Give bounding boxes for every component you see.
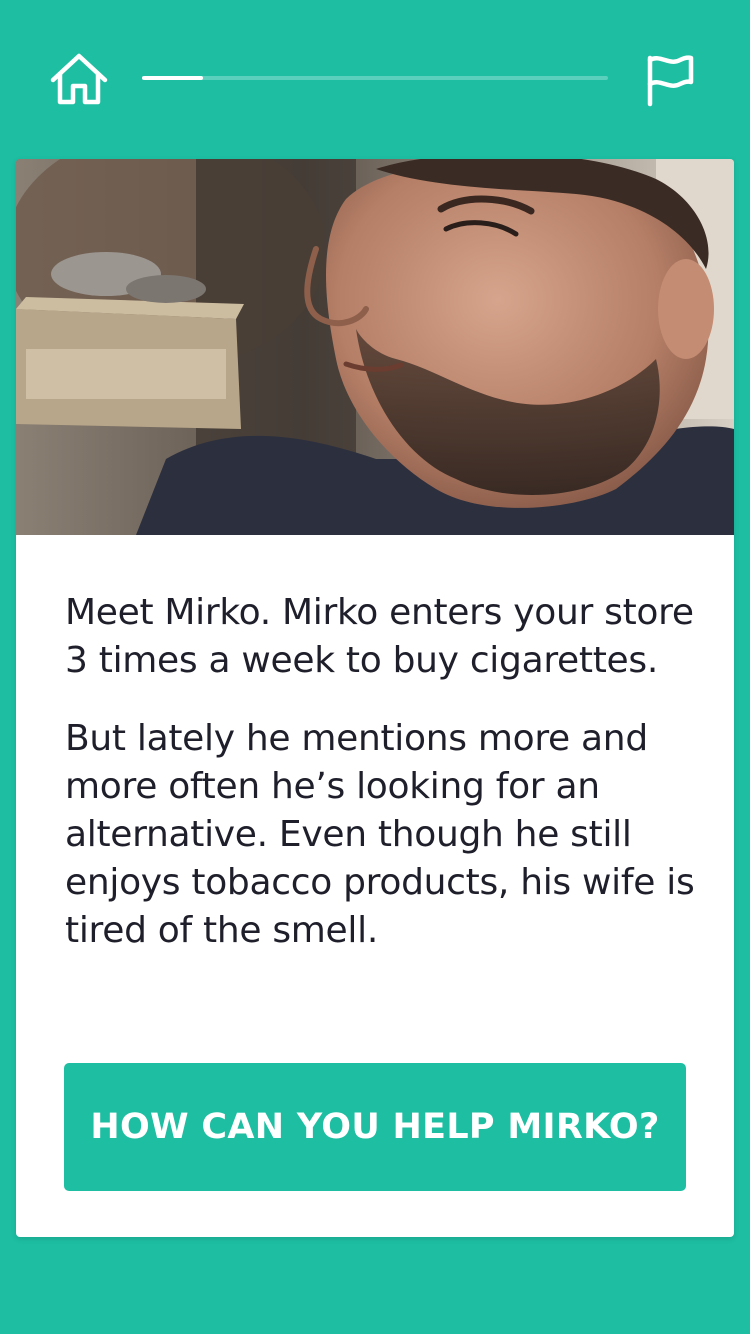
progress-fill (142, 76, 203, 80)
story-card: Meet Mirko. Mirko enters your store 3 ti… (16, 159, 734, 1237)
flag-button[interactable] (642, 52, 698, 108)
flag-icon (647, 55, 694, 107)
story-paragraph-2: But lately he mentions more and more oft… (65, 718, 695, 951)
story-text: Meet Mirko. Mirko enters your store 3 ti… (65, 589, 695, 985)
help-mirko-button[interactable]: HOW CAN YOU HELP MIRKO? (64, 1063, 686, 1191)
progress-bar (142, 76, 608, 80)
mirko-photo (16, 159, 734, 535)
home-button[interactable] (48, 52, 110, 108)
story-paragraph-1: Meet Mirko. Mirko enters your store 3 ti… (65, 592, 694, 681)
top-bar (0, 0, 750, 160)
home-icon (50, 53, 108, 105)
